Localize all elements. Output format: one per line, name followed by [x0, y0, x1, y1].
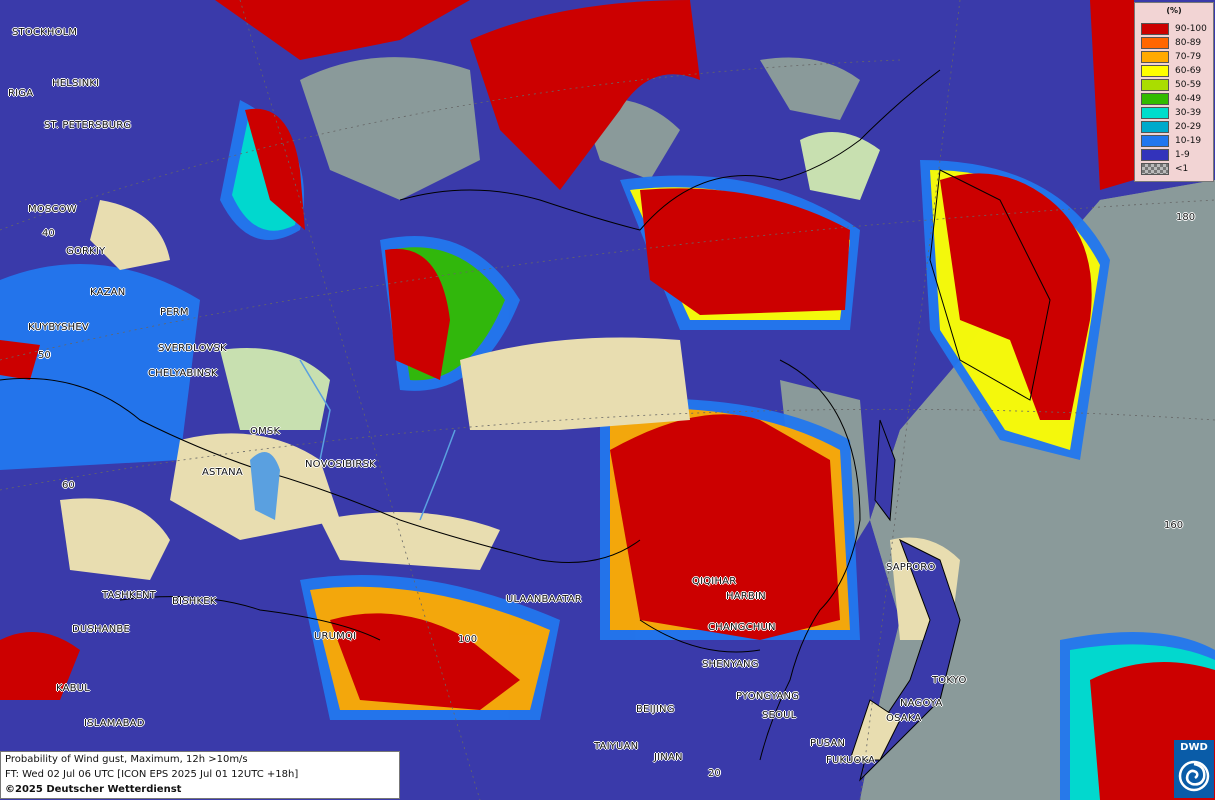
grid-label-20: 20 [708, 768, 721, 779]
copyright: ©2025 Deutscher Wetterdienst [5, 784, 182, 795]
city-label-fukuoka: FUKUOKA [826, 755, 876, 766]
legend-swatch [1141, 135, 1169, 147]
legend-label: 40-49 [1175, 94, 1202, 104]
city-label-kazan: KAZAN [90, 287, 126, 298]
city-label-pyongyang: PYONGYANG [736, 691, 800, 702]
city-label-chelyabinsk: CHELYABINSK [148, 368, 218, 379]
legend-swatch [1141, 23, 1169, 35]
legend-swatch [1141, 163, 1169, 175]
legend-swatch [1141, 93, 1169, 105]
dwd-logo: DWD [1174, 740, 1214, 798]
legend-swatch [1141, 37, 1169, 49]
probability-map [0, 0, 1215, 800]
dwd-swirl-icon [1178, 760, 1210, 792]
grid-label-60: 60 [62, 480, 75, 491]
legend-item: 80-89 [1141, 37, 1211, 49]
legend-label: 50-59 [1175, 80, 1202, 90]
legend-label: 90-100 [1175, 24, 1207, 34]
city-label-gorkiy: GORKIY [66, 246, 106, 257]
legend-label: 1-9 [1175, 150, 1190, 160]
city-label-dushanbe: DUSHANBE [72, 624, 130, 635]
legend-item: <1 [1141, 163, 1211, 175]
city-label-omsk: OMSK [250, 426, 281, 437]
info-box: Probability of Wind gust, Maximum, 12h >… [0, 751, 400, 799]
legend-label: 70-79 [1175, 52, 1202, 62]
legend-label: 20-29 [1175, 122, 1202, 132]
city-label-islamabad: ISLAMABAD [84, 718, 145, 729]
legend-swatch [1141, 149, 1169, 161]
city-label-qiqihar: QIQIHAR [692, 576, 737, 587]
city-label-pusan: PUSAN [810, 738, 846, 749]
legend-swatch [1141, 107, 1169, 119]
city-label-osaka: OSAKA [886, 713, 922, 724]
city-label-beijing: BEIJING [636, 704, 675, 715]
city-label-seoul: SEOUL [762, 710, 797, 721]
grid-label-160: 160 [1164, 520, 1184, 531]
city-label-riga: RIGA [8, 88, 34, 99]
legend-item: 20-29 [1141, 121, 1211, 133]
legend-item: 60-69 [1141, 65, 1211, 77]
legend-item: 40-49 [1141, 93, 1211, 105]
legend-item: 10-19 [1141, 135, 1211, 147]
city-label-astana: ASTANA [202, 467, 243, 478]
legend-swatch [1141, 121, 1169, 133]
grid-label-50: 50 [38, 350, 51, 361]
legend-item: 50-59 [1141, 79, 1211, 91]
city-label-moscow: MOSCOW [28, 204, 77, 215]
legend-item: 30-39 [1141, 107, 1211, 119]
city-label-sverdlovsk: SVERDLOVSK [158, 343, 227, 354]
city-label-stockholm: STOCKHOLM [12, 27, 78, 38]
city-label-st-petersburg: ST. PETERSBURG [44, 120, 132, 131]
legend-item: 90-100 [1141, 23, 1211, 35]
forecast-time: FT: Wed 02 Jul 06 UTC [ICON EPS 2025 Jul… [5, 769, 299, 780]
legend-swatch [1141, 65, 1169, 77]
city-label-taiyuan: TAIYUAN [594, 741, 639, 752]
grid-label-40: 40 [42, 228, 55, 239]
legend-label: <1 [1175, 164, 1189, 174]
legend-unit: (%) [1166, 6, 1182, 15]
city-label-changchun: CHANGCHUN [708, 622, 776, 633]
legend-swatch [1141, 51, 1169, 63]
city-label-nagoya: NAGOYA [900, 698, 943, 709]
city-label-bishkek: BISHKEK [172, 596, 217, 607]
legend-item: 70-79 [1141, 51, 1211, 63]
legend-label: 80-89 [1175, 38, 1202, 48]
city-label-jinan: JINAN [654, 752, 683, 763]
product-title: Probability of Wind gust, Maximum, 12h >… [5, 754, 248, 765]
legend-label: 60-69 [1175, 66, 1202, 76]
city-label-ulaanbaatar: ULAANBAATAR [506, 594, 582, 605]
city-label-urumqi: URUMQI [314, 631, 357, 642]
city-label-perm: PERM [160, 307, 189, 318]
grid-label-100: 100 [458, 634, 478, 645]
city-label-shenyang: SHENYANG [702, 659, 759, 670]
city-label-kuybyskev: KUYBYSHEV [28, 322, 89, 333]
city-label-tashkent: TASHKENT [102, 590, 157, 601]
city-label-kabul: KABUL [56, 683, 90, 694]
legend-label: 30-39 [1175, 108, 1202, 118]
city-label-harbin: HARBIN [726, 591, 766, 602]
grid-label-180: 180 [1176, 212, 1196, 223]
legend-swatch [1141, 79, 1169, 91]
city-label-tokyo: TOKYO [932, 675, 967, 686]
logo-text: DWD [1180, 742, 1208, 753]
legend-item: 1-9 [1141, 149, 1211, 161]
legend-label: 10-19 [1175, 136, 1202, 146]
city-label-sapporo: SAPPORO [886, 562, 936, 573]
city-label-helsinki: HELSINKI [52, 78, 100, 89]
legend: (%) 90-100 80-89 70-79 60-69 50-59 40-49… [1134, 2, 1214, 182]
city-label-novosibirsk: NOVOSIBIRSK [305, 459, 376, 470]
